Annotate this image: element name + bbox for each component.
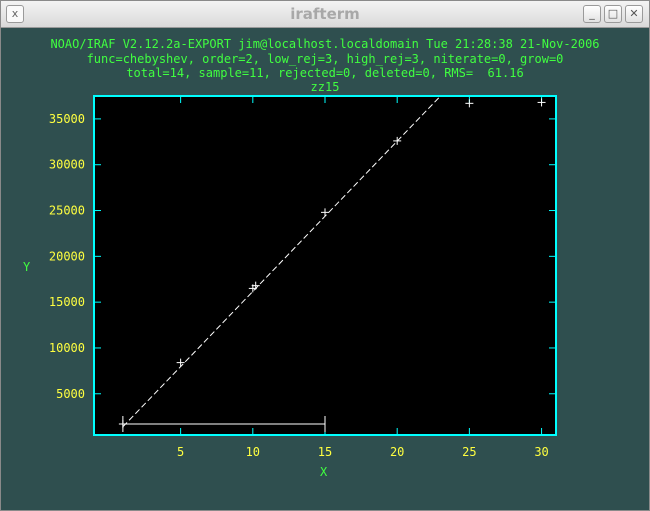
x-tick-label: 25 (462, 445, 476, 459)
y-tick-label: 20000 (49, 249, 85, 263)
x-tick-label: 20 (390, 445, 404, 459)
y-tick-label: 15000 (49, 295, 85, 309)
x-tick-label: 10 (246, 445, 260, 459)
irafterm-window: x irafterm _ □ ✕ NOAO/IRAF V2.12.2a-EXPO… (0, 0, 650, 511)
y-tick-label: 5000 (56, 387, 85, 401)
x-tick-label: 5 (177, 445, 184, 459)
y-tick-label: 25000 (49, 204, 85, 218)
y-tick-label: 10000 (49, 341, 85, 355)
x-tick-label: 15 (318, 445, 332, 459)
y-tick-label: 35000 (49, 112, 85, 126)
y-tick-label: 30000 (49, 158, 85, 172)
x-tick-label: 30 (534, 445, 548, 459)
plot-svg: 5 10 15 20 25 30 5000 10000 15000 20000 25000 30000… (49, 95, 557, 459)
